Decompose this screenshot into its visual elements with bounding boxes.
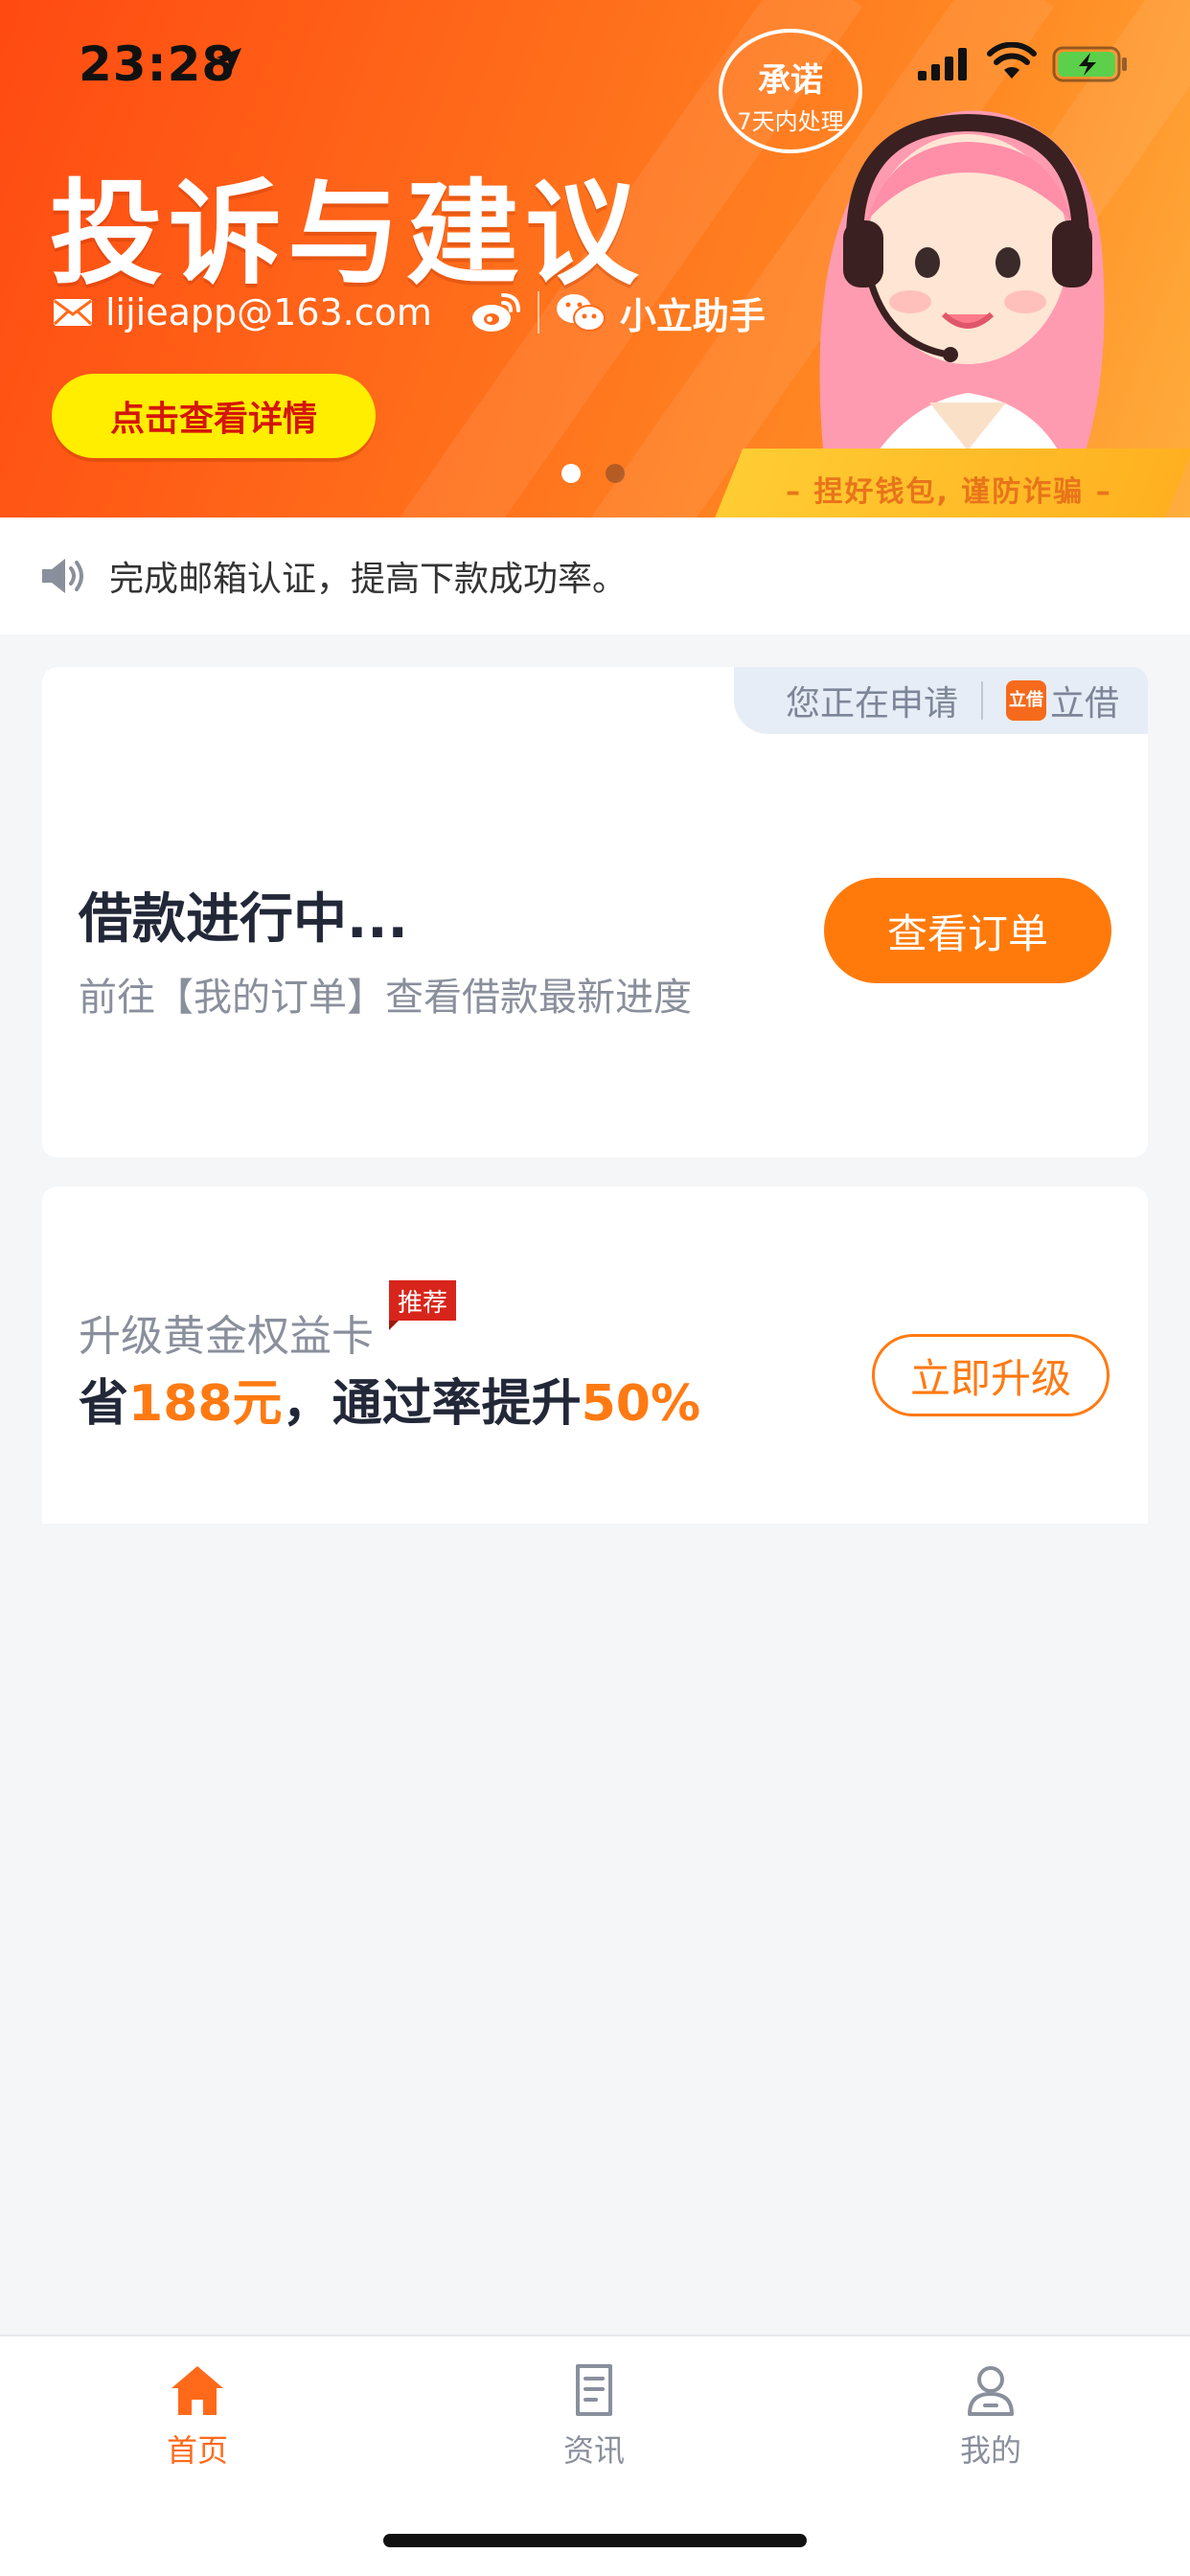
news-icon (576, 2364, 612, 2416)
profile-icon (968, 2366, 1014, 2416)
applying-label: 您正在申请 (786, 684, 959, 724)
weibo-icon (471, 293, 520, 332)
home-indicator[interactable] (383, 2534, 807, 2547)
banner-title: 投诉与建议 (50, 168, 645, 300)
tab-news[interactable]: 资讯 (479, 2363, 709, 2471)
contact-row: lijieapp@163.com 小立助手 (52, 286, 766, 339)
carousel-dot-active (561, 464, 581, 483)
complaint-banner[interactable]: 23:28 承诺 7天内处理 投诉与建议 lijieapp@163.com 小立… (0, 0, 1190, 518)
benefit-amount: 188元 (128, 1375, 283, 1433)
carousel-indicator (561, 464, 625, 483)
applying-tag: 您正在申请 立借 立借 (734, 667, 1148, 734)
contact-divider (537, 291, 539, 334)
upgrade-card: 升级黄金权益卡 推荐 省188元，通过率提升50% 立即升级 (42, 1186, 1148, 1524)
upgrade-label: 升级黄金权益卡 (79, 1312, 374, 1361)
home-icon (172, 2366, 223, 2415)
support-agent-illustration (819, 110, 1105, 460)
tab-profile[interactable]: 我的 (876, 2363, 1106, 2471)
recommend-badge: 推荐 (389, 1280, 456, 1330)
carousel-dot (606, 464, 625, 483)
upgrade-now-button[interactable]: 立即升级 (872, 1334, 1110, 1416)
mail-icon (53, 299, 93, 326)
contact-email: lijieapp@163.com (105, 291, 432, 334)
tag-divider (981, 681, 984, 720)
tab-news-label: 资讯 (562, 2432, 625, 2469)
notice-text: 完成邮箱认证，提高下款成功率。 (109, 560, 628, 599)
status-time: 23:28 (79, 36, 237, 92)
loan-status-card: 您正在申请 立借 立借 借款进行中... 前往【我的订单】查看借款最新进度 查看… (42, 667, 1148, 1158)
tab-profile-label: 我的 (959, 2432, 1021, 2469)
app-logo: 立借 (1006, 680, 1047, 721)
notice-bar[interactable]: 完成邮箱认证，提高下款成功率。 (0, 518, 1190, 634)
benefit-prefix: 省 (79, 1375, 129, 1433)
benefit-rate: 50% (581, 1375, 701, 1433)
location-arrow-icon (217, 48, 241, 73)
benefit-middle: ，通过率提升 (282, 1375, 582, 1433)
upgrade-benefit: 省188元，通过率提升50% (79, 1363, 700, 1435)
assistant-name: 小立助手 (619, 294, 766, 337)
view-details-button[interactable]: 点击查看详情 (52, 374, 376, 458)
view-order-button[interactable]: 查看订单 (824, 878, 1111, 983)
app-name: 立借 (1050, 684, 1120, 724)
loan-status-subtitle: 前往【我的订单】查看借款最新进度 (79, 976, 692, 1020)
fraud-warning-text: – 捏好钱包, 谨防诈骗 – (786, 475, 1112, 509)
wechat-icon (556, 294, 606, 332)
loan-status-title: 借款进行中... (79, 888, 408, 951)
tab-home[interactable]: 首页 (82, 2363, 312, 2471)
tab-home-label: 首页 (166, 2432, 228, 2469)
speaker-icon (42, 559, 83, 593)
